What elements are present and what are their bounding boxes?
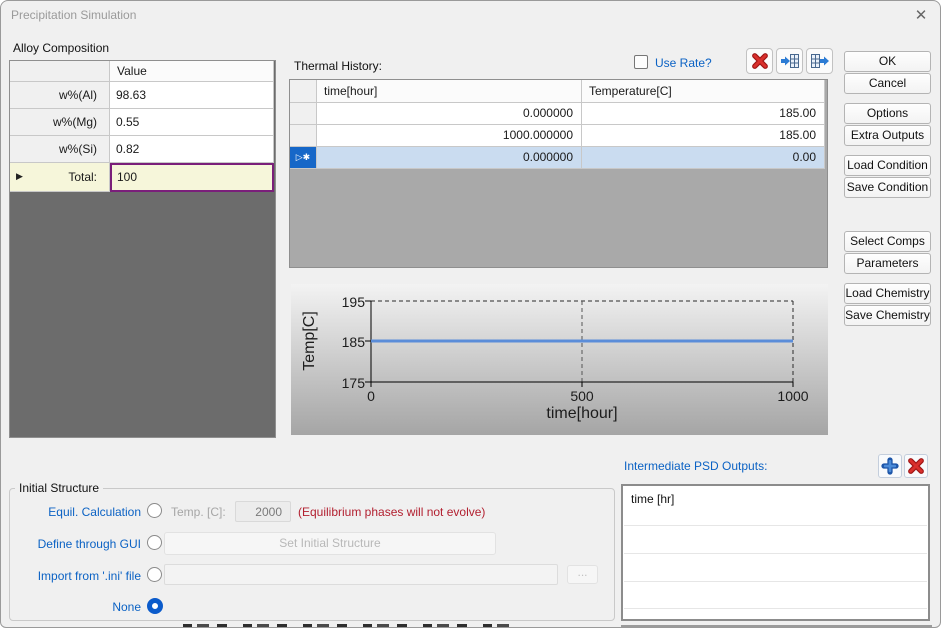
psd-row-separator (624, 525, 927, 526)
import-path-input (164, 564, 558, 585)
delete-red-x-icon (751, 52, 769, 70)
x-axis-label: time[hour] (482, 405, 682, 423)
x-tick-1000: 1000 (769, 388, 817, 404)
x-tick-0: 0 (357, 388, 385, 404)
thermal-row-header[interactable] (290, 125, 317, 147)
set-initial-structure-button: Set Initial Structure (164, 532, 496, 555)
delete-red-x-icon (907, 457, 925, 475)
define-through-gui-label: Define through GUI (9, 537, 141, 551)
thermal-col-header-time: time[hour] (317, 80, 582, 103)
y-tick-195: 195 (327, 294, 365, 310)
alloy-total-row-header: ▶ Total: (10, 163, 110, 192)
import-ini-label: Import from '.ini' file (9, 569, 141, 583)
thermal-selected-row-marker-icon[interactable]: ▷✱ (290, 147, 317, 169)
alloy-value-cell[interactable]: 98.63 (110, 82, 274, 109)
thermal-time-cell[interactable]: 0.000000 (317, 103, 582, 125)
temp-c-input (235, 501, 291, 522)
thermal-col-header-temperature: Temperature[C] (582, 80, 825, 103)
thermal-time-cell[interactable]: 0.000000 (317, 147, 582, 169)
thermal-temperature-cell[interactable]: 185.00 (582, 103, 825, 125)
options-button[interactable]: Options (844, 103, 931, 124)
insert-row-button[interactable] (776, 48, 803, 74)
plus-icon (881, 457, 899, 475)
thermal-corner-cell (290, 80, 317, 103)
precipitation-simulation-dialog: Precipitation Simulation ✕ Alloy Composi… (0, 0, 941, 628)
psd-add-button[interactable] (878, 454, 902, 478)
psd-column-header: time [hr] (631, 492, 674, 506)
save-chemistry-button[interactable]: Save Chemistry (844, 305, 931, 326)
alloy-row-label: w%(Si) (10, 136, 110, 163)
equilibrium-note: (Equilibrium phases will not evolve) (298, 505, 485, 519)
initial-structure-label: Initial Structure (15, 481, 103, 495)
alloy-row-label: w%(Mg) (10, 109, 110, 136)
use-rate-checkbox[interactable] (634, 55, 648, 69)
temp-c-label: Temp. [C]: (171, 505, 226, 519)
psd-delete-button[interactable] (904, 454, 928, 478)
psd-row-separator (624, 581, 927, 582)
clipped-bottom-content (183, 624, 515, 628)
parameters-button[interactable]: Parameters (844, 253, 931, 274)
alloy-row-label: w%(Al) (10, 82, 110, 109)
window-title: Precipitation Simulation (11, 8, 136, 22)
thermal-temperature-cell[interactable]: 0.00 (582, 147, 825, 169)
alloy-value-header: Value (110, 61, 274, 82)
load-chemistry-button[interactable]: Load Chemistry (844, 283, 931, 304)
thermal-history-table: time[hour] Temperature[C] 0.000000 185.0… (289, 79, 828, 268)
none-label: None (9, 600, 141, 614)
insert-row-icon (780, 51, 800, 71)
append-row-icon (810, 51, 830, 71)
load-condition-button[interactable]: Load Condition (844, 155, 931, 176)
alloy-value-cell[interactable]: 0.55 (110, 109, 274, 136)
alloy-total-value-cell[interactable]: 100 (110, 163, 274, 192)
append-row-button[interactable] (806, 48, 833, 74)
save-condition-button[interactable]: Save Condition (844, 177, 931, 198)
import-ini-radio[interactable] (147, 567, 162, 582)
row-selector-icon: ▶ (16, 171, 23, 182)
psd-outputs-label: Intermediate PSD Outputs: (624, 459, 767, 473)
thermal-time-cell[interactable]: 1000.000000 (317, 125, 582, 147)
alloy-corner-cell (10, 61, 110, 82)
close-icon[interactable]: ✕ (910, 5, 932, 27)
psd-row-separator (624, 608, 927, 609)
delete-row-button[interactable] (746, 48, 773, 74)
x-tick-500: 500 (558, 388, 606, 404)
browse-button: ... (567, 565, 598, 584)
use-rate-label: Use Rate? (655, 56, 712, 70)
psd-outputs-table[interactable]: time [hr] (621, 484, 930, 621)
y-tick-185: 185 (327, 334, 365, 350)
thermal-row-header[interactable] (290, 103, 317, 125)
select-comps-button[interactable]: Select Comps (844, 231, 931, 252)
define-through-gui-radio[interactable] (147, 535, 162, 550)
thermal-history-chart: 195 185 175 0 500 1000 time[hour] Temp[C… (291, 284, 828, 435)
alloy-total-label: Total: (68, 163, 97, 191)
equil-calculation-label: Equil. Calculation (9, 505, 141, 519)
alloy-value-cell[interactable]: 0.82 (110, 136, 274, 163)
alloy-composition-label: Alloy Composition (13, 41, 109, 55)
ok-button[interactable]: OK (844, 51, 931, 72)
extra-outputs-button[interactable]: Extra Outputs (844, 125, 931, 146)
thermal-history-label: Thermal History: (294, 59, 382, 73)
alloy-composition-table: Value w%(Al) 98.63 w%(Mg) 0.55 w%(Si) 0.… (9, 60, 276, 438)
none-radio[interactable] (147, 598, 163, 614)
psd-row-separator (624, 553, 927, 554)
y-axis-label: Temp[C] (301, 311, 319, 371)
equil-calculation-radio[interactable] (147, 503, 162, 518)
thermal-temperature-cell[interactable]: 185.00 (582, 125, 825, 147)
cancel-button[interactable]: Cancel (844, 73, 931, 94)
